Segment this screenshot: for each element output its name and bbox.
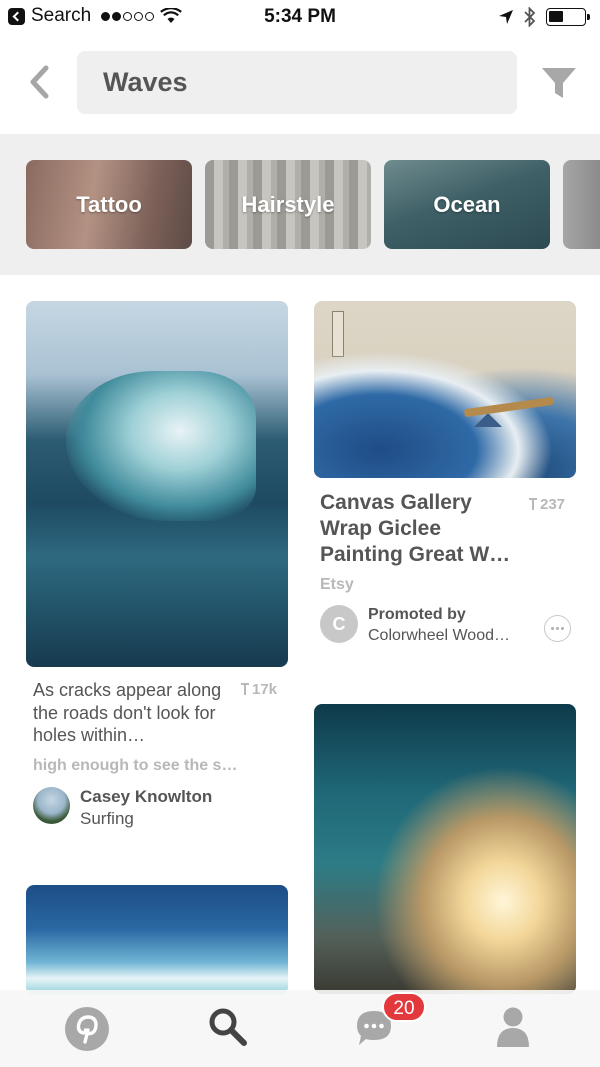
pin-description: As cracks appear along the roads don't l… bbox=[33, 680, 222, 745]
battery-icon bbox=[546, 8, 590, 26]
save-count: 17k bbox=[241, 681, 277, 698]
profile-icon bbox=[497, 1007, 529, 1047]
promoter-name: Colorwheel Wood… bbox=[368, 627, 510, 644]
search-input[interactable]: Waves bbox=[77, 51, 517, 114]
pin-count-icon bbox=[529, 498, 537, 510]
guide-tattoo[interactable]: Tattoo bbox=[26, 160, 192, 249]
notification-badge: 20 bbox=[382, 992, 426, 1022]
pinner-name: Casey Knowlton bbox=[80, 787, 213, 806]
avatar[interactable] bbox=[33, 787, 70, 824]
pin-more-text: high enough to see the s… bbox=[33, 757, 238, 774]
board-name: Surfing bbox=[80, 809, 134, 828]
promoted-label: Promoted by bbox=[368, 606, 466, 623]
pin-image-wave[interactable] bbox=[26, 301, 288, 667]
category-guides: Tattoo Hairstyle Ocean bbox=[0, 134, 600, 275]
save-count: 237 bbox=[529, 496, 565, 513]
pin-count-icon bbox=[241, 683, 249, 695]
pin-image-great-wave[interactable] bbox=[314, 301, 576, 478]
tab-search[interactable] bbox=[150, 990, 300, 1067]
filter-icon[interactable] bbox=[540, 66, 578, 102]
pin-image-curl-wave[interactable] bbox=[314, 704, 576, 994]
pinner-info[interactable]: Casey Knowlton Surfing bbox=[80, 787, 212, 829]
guide-label: Hairstyle bbox=[241, 191, 335, 217]
guide-hairstyle[interactable]: Hairstyle bbox=[205, 160, 371, 249]
tab-bar bbox=[0, 990, 600, 1067]
promoter-info[interactable]: Promoted by Colorwheel Wood… bbox=[368, 606, 538, 645]
guide-label: Ocean bbox=[433, 191, 501, 217]
pin-title: Canvas Gallery Wrap Giclee Painting Grea… bbox=[320, 491, 511, 566]
guide-more[interactable] bbox=[563, 160, 600, 249]
avatar[interactable]: C bbox=[320, 605, 358, 643]
search-icon bbox=[209, 1008, 247, 1046]
pin-image-wave-2[interactable] bbox=[26, 885, 288, 995]
tab-home[interactable] bbox=[0, 990, 150, 1067]
tab-profile[interactable] bbox=[450, 990, 600, 1067]
guide-label: Tattoo bbox=[76, 191, 142, 217]
tab-messages[interactable] bbox=[300, 990, 450, 1067]
pinterest-icon bbox=[65, 1007, 109, 1051]
location-arrow-icon bbox=[499, 10, 513, 24]
search-header: Waves bbox=[0, 34, 600, 134]
more-options-button[interactable] bbox=[544, 615, 571, 642]
bluetooth-icon bbox=[524, 7, 536, 27]
guide-ocean[interactable]: Ocean bbox=[384, 160, 550, 249]
back-chevron-icon[interactable] bbox=[24, 64, 60, 100]
pin-source: Etsy bbox=[320, 576, 354, 593]
status-bar: Search 5:34 PM bbox=[0, 0, 600, 34]
